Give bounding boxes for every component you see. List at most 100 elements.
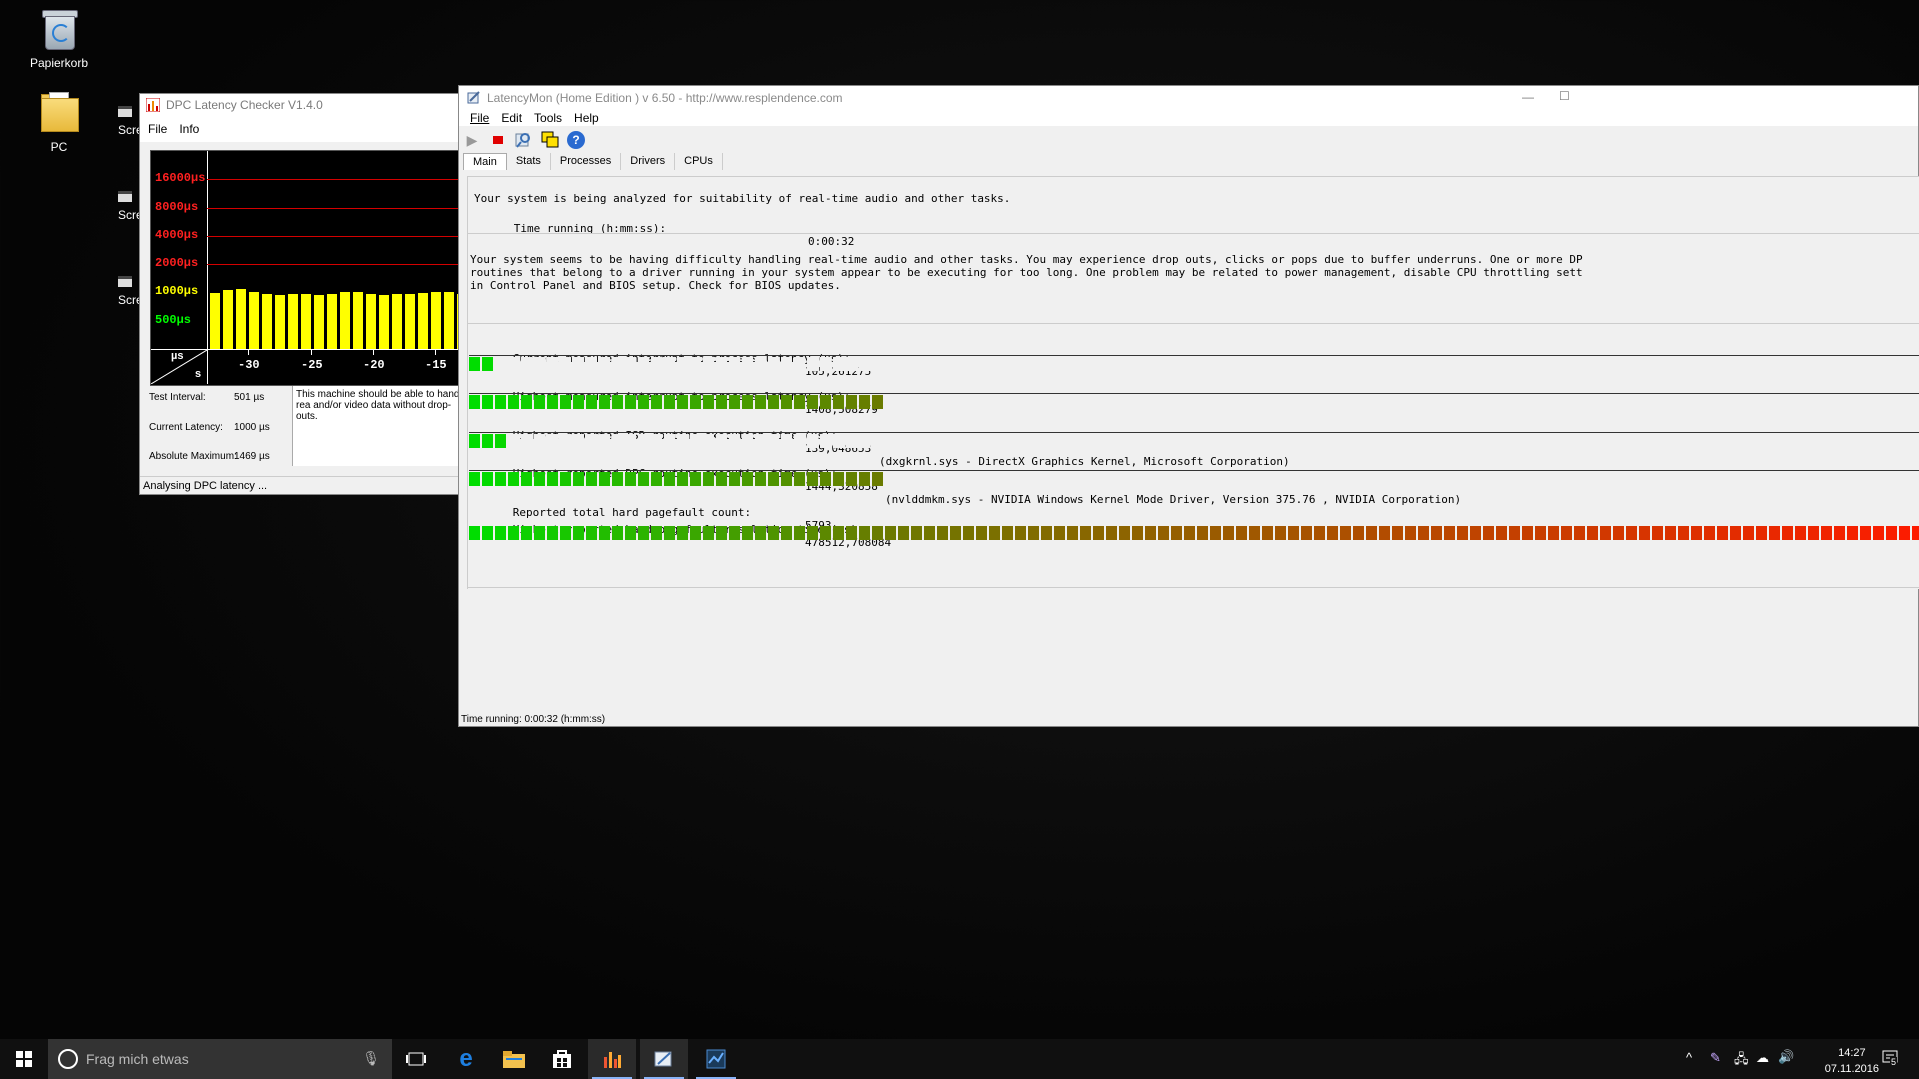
help-button[interactable]: ? [565,129,587,151]
meter-segment [1483,472,1494,486]
volume-icon[interactable]: 🔊 [1778,1049,1794,1065]
taskbar-edge[interactable]: e [444,1039,488,1079]
lm-menu-help[interactable]: Help [574,111,599,125]
tab-cpus[interactable]: CPUs [675,153,723,170]
meter-segment [469,395,480,409]
latency-bar [301,293,311,349]
meter-segment [612,395,623,409]
lm-menu-file[interactable]: File [470,111,489,125]
maximize-button[interactable]: ☐ [1559,89,1570,103]
latency-bar [262,294,272,349]
latency-bar [210,293,220,349]
meter-segment [1743,357,1754,371]
meter-segment [1197,395,1208,409]
meter-segment [755,434,766,448]
meter-segment [898,526,909,540]
action-center-button[interactable]: 5 [1882,1049,1900,1067]
search-box[interactable]: Frag mich etwas 🎙 [48,1039,392,1079]
meter-segment [1574,357,1585,371]
play-button[interactable]: ▶ [461,129,483,151]
meter-segment [1262,395,1273,409]
meter-segment [885,526,896,540]
meter-segment [1522,472,1533,486]
meter-segment [1145,395,1156,409]
meter-segment [1613,526,1624,540]
cortana-icon [58,1049,78,1069]
latencymon-window[interactable]: LatencyMon (Home Edition ) v 6.50 - http… [458,85,1919,727]
meter-segment [1327,472,1338,486]
meter-segment [833,434,844,448]
meter-segment [573,357,584,371]
microphone-icon[interactable]: 🎙 [362,1050,380,1067]
clock-date: 07.11.2016 [1824,1063,1879,1075]
lm-menu-edit[interactable]: Edit [501,111,522,125]
tab-processes[interactable]: Processes [551,153,622,170]
meter-segment [1028,357,1039,371]
desktop-icon-pc[interactable]: PC [14,92,104,154]
meter-segment [872,434,883,448]
meter-segment [495,472,506,486]
meter-segment [820,526,831,540]
meter-segment [547,434,558,448]
meter-segment [898,395,909,409]
lm-menu-tools[interactable]: Tools [534,111,562,125]
meter-segment [1665,357,1676,371]
meter-segment [651,395,662,409]
meter-segment [1067,434,1078,448]
start-button[interactable] [0,1039,48,1079]
tab-stats[interactable]: Stats [507,153,551,170]
taskbar-store[interactable] [540,1039,584,1079]
meter-segment [1704,526,1715,540]
meter-segment [677,395,688,409]
meter-segment [1236,434,1247,448]
meter-segment [1210,395,1221,409]
meter-segment [1834,472,1845,486]
tab-drivers[interactable]: Drivers [621,153,676,170]
windows-button[interactable] [539,129,561,151]
meter-segment [820,434,831,448]
dpc-titlebar[interactable]: DPC Latency Checker V1.4.0 [140,94,468,116]
meter-segment [1483,395,1494,409]
meter-segment [729,434,740,448]
meter-segment [1275,357,1286,371]
meter-segment [547,395,558,409]
meter-segment [911,526,922,540]
current-latency-label: Current Latency: [149,422,223,433]
taskbar-file-explorer[interactable] [492,1039,536,1079]
lm-titlebar[interactable]: LatencyMon (Home Edition ) v 6.50 - http… [459,86,1918,110]
meter-segment [599,526,610,540]
minimize-button[interactable]: — [1522,90,1534,104]
meter-segment [703,472,714,486]
meter-segment [1782,526,1793,540]
meter-segment [1002,395,1013,409]
taskbar-app[interactable] [692,1039,740,1079]
stop-button[interactable] [487,129,509,151]
cloud-icon[interactable]: ☁ [1756,1050,1769,1066]
taskbar-dpc-latency-checker[interactable] [588,1039,636,1079]
tray-pen-icon[interactable]: ✎ [1710,1050,1721,1066]
latencymon-icon [654,1051,672,1067]
meter-segment [1249,526,1260,540]
dpc-latency-checker-window[interactable]: DPC Latency Checker V1.4.0 File Info 160… [139,93,610,495]
taskbar-clock[interactable]: 14:27 07.11.2016 [1825,1045,1879,1077]
network-icon[interactable]: 🖧 [1734,1050,1749,1072]
meter-segment [1548,526,1559,540]
meter-segment [1288,434,1299,448]
dpc-menu-info[interactable]: Info [179,122,199,136]
analyze-button[interactable] [513,129,535,151]
meter-segment [1444,357,1455,371]
meter-segment [1821,472,1832,486]
meter-segment [898,434,909,448]
tray-overflow-chevron-icon[interactable]: ^ [1686,1050,1692,1065]
dpc-menu-file[interactable]: File [148,122,167,136]
tab-main[interactable]: Main [463,153,507,170]
task-view-button[interactable] [396,1039,436,1079]
desktop-icon-recycle-bin[interactable]: Papierkorb [14,8,104,70]
meter-segment [742,357,753,371]
meter-segment [638,357,649,371]
meter-segment [1067,526,1078,540]
meter-segment [1626,434,1637,448]
meter-segment [1483,526,1494,540]
y-axis-label: 16000µs [155,171,206,186]
taskbar-latencymon[interactable] [640,1039,688,1079]
